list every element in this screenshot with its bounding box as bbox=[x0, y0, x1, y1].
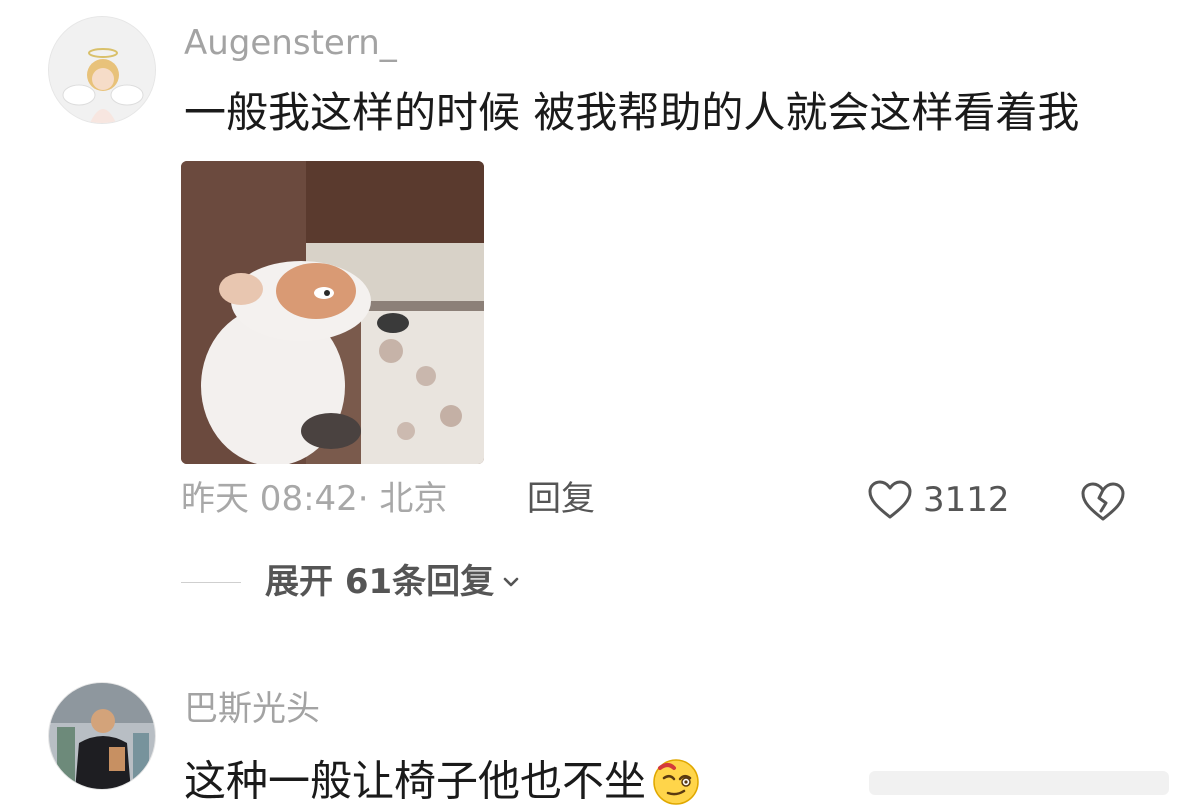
expand-replies-row: 展开 61条回复 bbox=[181, 560, 522, 604]
like-count: 3112 bbox=[923, 480, 1010, 520]
bald-man-avatar-icon bbox=[49, 683, 155, 789]
expand-replies-button[interactable]: 展开 61条回复 bbox=[265, 565, 522, 599]
broken-heart-icon bbox=[1081, 482, 1125, 521]
expand-replies-label: 展开 61条回复 bbox=[265, 562, 495, 602]
divider bbox=[181, 581, 241, 583]
comment-meta-row: 昨天 08:42· 北京 回复 3112 bbox=[181, 480, 1141, 524]
comment-text-content: 这种一般让椅子他也不坐 bbox=[184, 756, 647, 806]
reply-button[interactable]: 回复 bbox=[527, 482, 595, 516]
comment-text: 一般我这样的时候 被我帮助的人就会这样看着我 bbox=[184, 88, 1080, 137]
username[interactable]: 巴斯光头 bbox=[184, 692, 320, 726]
comment-image[interactable] bbox=[181, 161, 484, 464]
watermark bbox=[869, 761, 1169, 801]
watermark-icon bbox=[869, 771, 1169, 795]
dizzy-face-emoji-icon bbox=[653, 759, 699, 805]
user-avatar[interactable] bbox=[48, 16, 156, 124]
user-avatar[interactable] bbox=[48, 682, 156, 790]
dog-meme-image-icon bbox=[181, 161, 484, 464]
username[interactable]: Augenstern_ bbox=[184, 26, 397, 60]
chevron-down-icon bbox=[503, 577, 519, 587]
angel-doll-avatar-icon bbox=[49, 17, 155, 123]
comment-text: 这种一般让椅子他也不坐 bbox=[184, 756, 704, 812]
dislike-button[interactable] bbox=[1079, 478, 1127, 524]
timestamp-location: 昨天 08:42· 北京 bbox=[181, 479, 448, 519]
heart-icon bbox=[868, 480, 912, 519]
like-button[interactable]: 3112 bbox=[867, 478, 1010, 522]
